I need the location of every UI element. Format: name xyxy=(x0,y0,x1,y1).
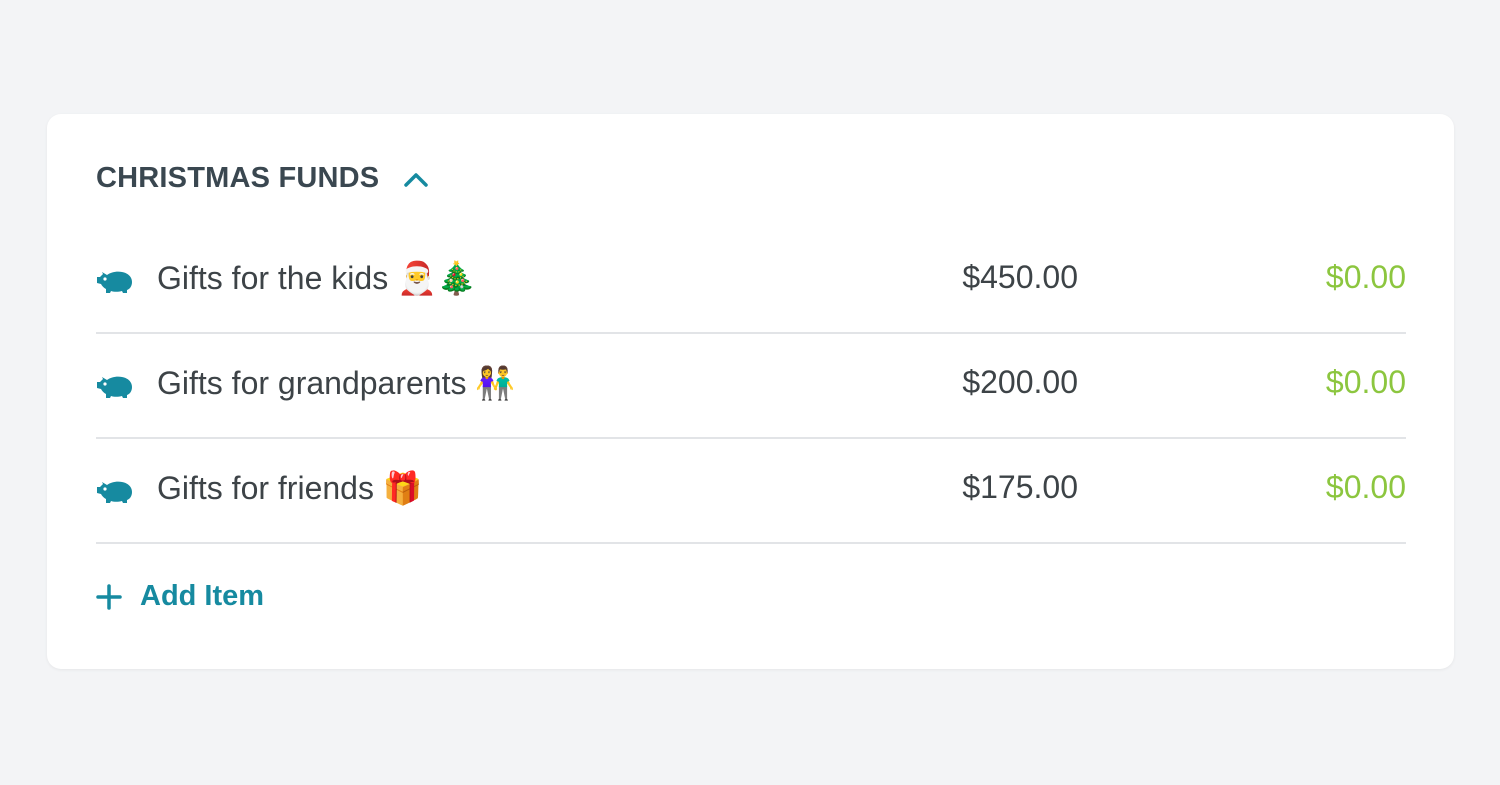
budget-item-row[interactable]: Gifts for friends 🎁 $175.00 $0.00 xyxy=(96,439,1406,544)
collapse-toggle-button[interactable] xyxy=(401,164,431,194)
add-item-button[interactable]: Add Item xyxy=(96,580,264,613)
item-name: Gifts for friends 🎁 xyxy=(157,470,423,506)
group-header: CHRISTMAS FUNDS xyxy=(96,162,431,195)
piggy-bank-icon xyxy=(97,481,132,503)
item-remaining-amount: $0.00 xyxy=(1325,364,1406,400)
piggy-bank-icon xyxy=(97,271,132,293)
group-title: CHRISTMAS FUNDS xyxy=(96,162,380,194)
item-remaining-amount: $0.00 xyxy=(1325,469,1406,505)
budget-item-row[interactable]: Gifts for grandparents 👫 $200.00 $0.00 xyxy=(96,334,1406,439)
item-budgeted-amount[interactable]: $200.00 xyxy=(962,364,1078,401)
budget-group-card: CHRISTMAS FUNDS Gifts for the kids 🎅🎄 $4… xyxy=(47,114,1454,669)
add-item-label: Add Item xyxy=(140,580,265,612)
item-name: Gifts for the kids 🎅🎄 xyxy=(157,260,477,296)
item-budgeted-amount[interactable]: $450.00 xyxy=(962,259,1078,296)
item-remaining-amount: $0.00 xyxy=(1325,259,1406,295)
item-budgeted-amount[interactable]: $175.00 xyxy=(962,469,1078,506)
plus-icon xyxy=(96,583,122,610)
budget-item-list: Gifts for the kids 🎅🎄 $450.00 $0.00 Gift… xyxy=(96,229,1406,544)
budget-item-row[interactable]: Gifts for the kids 🎅🎄 $450.00 $0.00 xyxy=(96,229,1406,334)
piggy-bank-icon xyxy=(97,376,132,398)
chevron-up-icon xyxy=(404,172,429,187)
item-name: Gifts for grandparents 👫 xyxy=(157,365,516,401)
